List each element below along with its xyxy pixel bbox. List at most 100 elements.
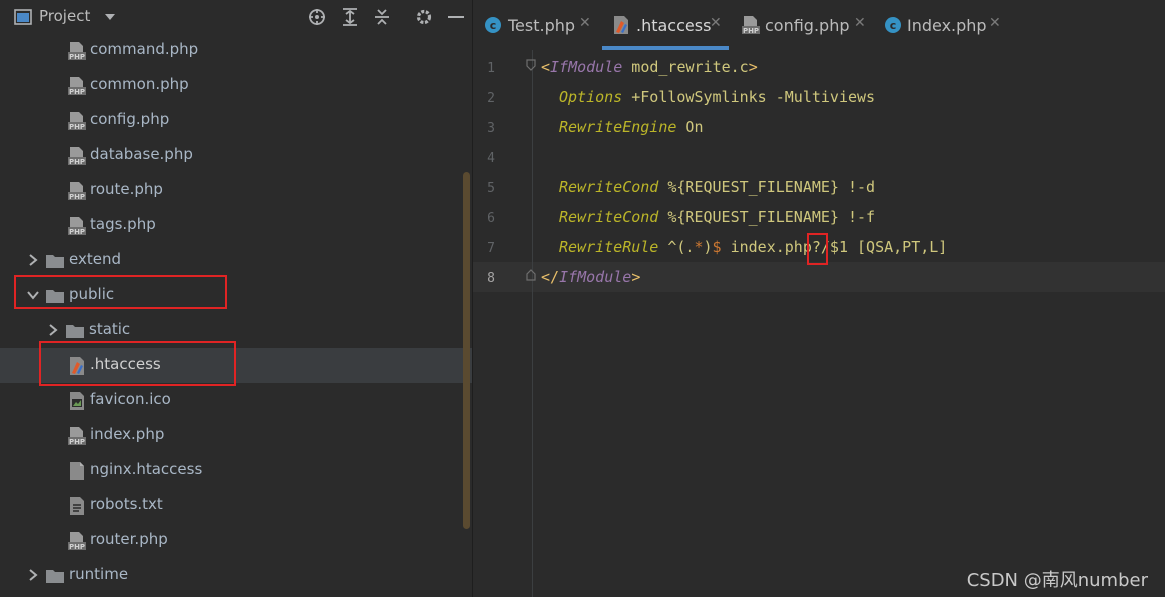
- code-line-3: RewriteEngine On: [559, 112, 704, 142]
- chevron-right-icon[interactable]: [26, 568, 40, 582]
- tab-config-php[interactable]: PHP config.php ✕: [731, 0, 871, 50]
- tree-item-label: robots.txt: [90, 495, 163, 513]
- line-gutter: 1 2 3 4 5 6 7 8: [473, 50, 533, 597]
- code-editor[interactable]: 1 2 3 4 5 6 7 8 <IfModule mod_rewrite.c>…: [473, 50, 1165, 597]
- tree-file[interactable]: PHP command.php: [0, 33, 472, 68]
- tab-label: .htaccess: [636, 16, 712, 35]
- fold-end-icon[interactable]: [526, 269, 536, 281]
- line-number: 3: [487, 121, 495, 136]
- tab-label: config.php: [765, 16, 850, 35]
- tab-label: Index.php: [907, 16, 987, 35]
- locate-icon[interactable]: [307, 7, 327, 27]
- code-token: ^(.: [658, 238, 695, 256]
- tree-item-label: nginx.htaccess: [90, 460, 203, 478]
- tree-folder[interactable]: runtime: [0, 558, 472, 593]
- svg-text:PHP: PHP: [69, 123, 85, 131]
- code-token: *: [694, 238, 704, 256]
- php-file-icon: PHP: [741, 15, 761, 35]
- tree-file[interactable]: PHP config.php: [0, 103, 472, 138]
- code-token: mod_rewrite.c: [622, 58, 749, 76]
- close-icon[interactable]: ✕: [579, 15, 591, 31]
- gear-icon[interactable]: [414, 7, 434, 27]
- code-line-1: <IfModule mod_rewrite.c>: [541, 52, 758, 82]
- tree-item-label: static: [89, 320, 131, 338]
- fold-open-icon[interactable]: [526, 59, 536, 71]
- tree-file[interactable]: PHP route.php: [0, 173, 472, 208]
- code-line-5: RewriteCond %{REQUEST_FILENAME} !-d: [559, 172, 875, 202]
- code-line-2: Options +FollowSymlinks -Multiviews: [559, 82, 875, 112]
- collapse-all-icon[interactable]: [372, 7, 392, 27]
- tab-htaccess[interactable]: .htaccess ✕: [602, 0, 729, 50]
- svg-text:PHP: PHP: [69, 158, 85, 166]
- code-token: +FollowSymlinks -Multiviews: [622, 88, 876, 106]
- close-icon[interactable]: ✕: [854, 15, 866, 31]
- code-token: IfModule: [559, 268, 632, 286]
- line-number: 6: [487, 211, 495, 226]
- code-token: RewriteRule: [559, 238, 659, 256]
- tree-folder[interactable]: extend: [0, 243, 472, 278]
- code-token: </: [541, 268, 560, 286]
- code-token: %{REQUEST_FILENAME} !-d: [658, 178, 876, 196]
- tree-file[interactable]: favicon.ico: [0, 383, 472, 418]
- code-token: RewriteCond: [559, 178, 659, 196]
- code-token: ): [703, 238, 713, 256]
- project-scrollbar[interactable]: [463, 172, 470, 529]
- svg-text:PHP: PHP: [69, 438, 85, 446]
- line-number: 1: [487, 61, 495, 76]
- folder-icon: [44, 250, 66, 272]
- line-number: 5: [487, 181, 495, 196]
- code-token: Options: [559, 88, 623, 106]
- highlight-box-slash: [807, 233, 828, 265]
- chevron-down-icon[interactable]: [103, 11, 117, 23]
- svg-text:c: c: [890, 19, 897, 32]
- chevron-right-icon[interactable]: [46, 323, 60, 337]
- tree-item-label: route.php: [90, 180, 163, 198]
- tree-file[interactable]: PHP index.php: [0, 418, 472, 453]
- svg-text:PHP: PHP: [69, 53, 85, 61]
- tree-file[interactable]: robots.txt: [0, 488, 472, 523]
- svg-text:PHP: PHP: [69, 193, 85, 201]
- code-token: IfModule: [550, 58, 623, 76]
- line-number: 8: [487, 271, 495, 286]
- class-c-icon: c: [883, 15, 903, 35]
- tab-index-php[interactable]: c Index.php ✕: [873, 0, 1008, 50]
- tree-item-label: config.php: [90, 110, 170, 128]
- line-number: 4: [487, 151, 495, 166]
- tree-item-label: favicon.ico: [90, 390, 171, 408]
- svg-text:c: c: [490, 19, 497, 32]
- code-token: On: [676, 118, 704, 136]
- tree-file[interactable]: PHP tags.php: [0, 208, 472, 243]
- tree-file[interactable]: nginx.htaccess: [0, 453, 472, 488]
- tree-file[interactable]: PHP router.php: [0, 523, 472, 558]
- php-file-icon: PHP: [66, 40, 88, 62]
- code-token: index.php?/$1 [QSA,PT,L]: [721, 238, 948, 256]
- htaccess-icon: [611, 15, 631, 35]
- tab-test-php[interactable]: c Test.php ✕: [473, 0, 600, 50]
- svg-text:PHP: PHP: [743, 27, 759, 35]
- tree-file[interactable]: PHP database.php: [0, 138, 472, 173]
- text-file-icon: [66, 495, 88, 517]
- code-token: >: [631, 268, 641, 286]
- highlight-box-public: [14, 275, 227, 309]
- project-title[interactable]: Project: [39, 7, 90, 25]
- tree-item-label: tags.php: [90, 215, 156, 233]
- folder-icon: [44, 565, 66, 587]
- close-icon[interactable]: ✕: [710, 15, 722, 31]
- tree-item-label: index.php: [90, 425, 165, 443]
- php-file-icon: PHP: [66, 215, 88, 237]
- project-window-icon: [14, 9, 32, 25]
- php-file-icon: PHP: [66, 110, 88, 132]
- chevron-right-icon[interactable]: [26, 253, 40, 267]
- close-icon[interactable]: ✕: [989, 15, 1001, 31]
- tree-item-label: command.php: [90, 40, 199, 58]
- project-panel: Project PHP command.php PHP common.php PHP co…: [0, 0, 472, 597]
- hide-panel-icon[interactable]: [446, 7, 466, 27]
- code-token: <: [541, 58, 551, 76]
- expand-all-icon[interactable]: [340, 7, 360, 27]
- highlight-box-htaccess: [39, 341, 236, 386]
- tree-file[interactable]: PHP common.php: [0, 68, 472, 103]
- tree-item-label: router.php: [90, 530, 168, 548]
- svg-text:PHP: PHP: [69, 543, 85, 551]
- project-panel-header: Project: [0, 0, 472, 34]
- tree-item-label: database.php: [90, 145, 193, 163]
